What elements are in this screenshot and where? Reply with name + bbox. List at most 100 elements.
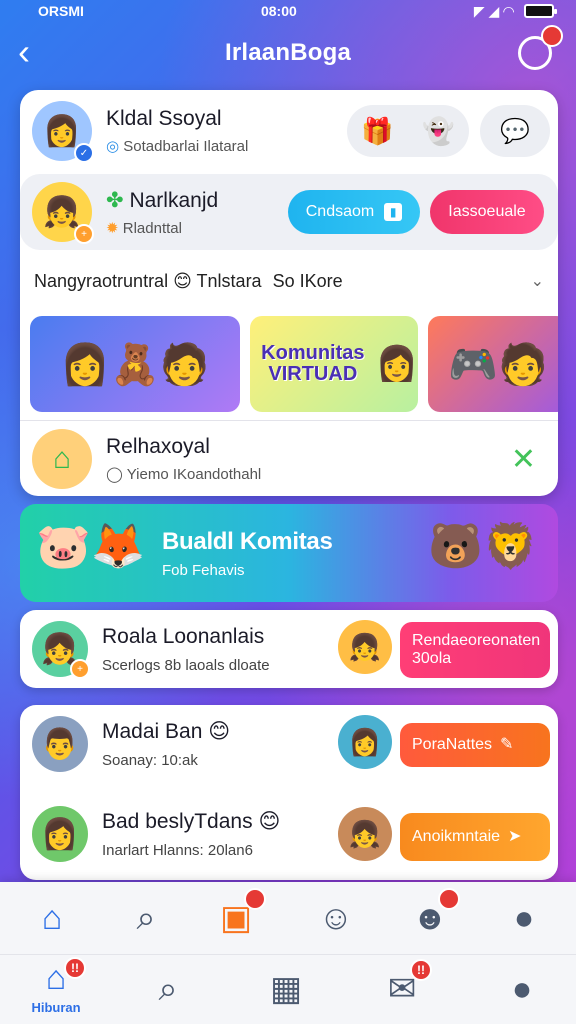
cat-icon[interactable]: ☺	[306, 890, 366, 946]
banner-title: Bualdl Komitas	[162, 528, 333, 555]
clock-icon: ◯	[106, 466, 123, 483]
avatar[interactable]: 👧 +	[32, 182, 94, 244]
secondary-button-label: Iassoeuale	[448, 203, 526, 220]
action-button-label: Anoikmntaie	[412, 827, 501, 845]
house-icon: ⌂	[52, 442, 72, 475]
notification-badge: !!	[410, 959, 432, 981]
group-avatar[interactable]: ⌂	[32, 429, 92, 489]
bottom-dock: ⌂ ⌕ ▣ ☺ ☻ ● ⌂ Hiburan !! ⌕ ▦ ✉ !! ●	[0, 882, 576, 1024]
connect-button-label: Cndsaom	[305, 203, 375, 220]
bottom-nav: ⌂ Hiburan !! ⌕ ▦ ✉ !! ●	[0, 954, 576, 1024]
list-item[interactable]: 👧 + Roala Loonanlais Scerlogs 8b laoals …	[20, 604, 558, 694]
divider	[20, 420, 558, 421]
notification-badge: !!	[64, 957, 86, 979]
list-item-name: Madai Ban	[102, 720, 203, 743]
connect-button[interactable]: Cndsaom ▮	[288, 190, 420, 234]
profile-icon: ●	[511, 969, 533, 1008]
home-icon[interactable]: ⌂	[22, 890, 82, 946]
profile-icon[interactable]: ●	[494, 890, 554, 946]
section-title-line: Nangyraotruntral 😊 Tnlstara So IKore	[34, 271, 343, 292]
home-icon: ⌂	[45, 959, 67, 997]
news-icon: ▦	[269, 970, 303, 1008]
game-illustration-icon: 🎮🧑	[448, 342, 548, 387]
thumbnail-title: Komunitas VIRTUAD	[261, 342, 365, 385]
search-icon[interactable]: ⌕	[116, 890, 176, 946]
gift-icon[interactable]: 🎁	[361, 116, 393, 147]
group-row[interactable]: ⌂ Relhaxoyal ◯ Yiemo IKoandothahl ✕	[20, 422, 558, 496]
quick-actions-bar: ⌂ ⌕ ▣ ☺ ☻ ●	[0, 882, 576, 952]
nav-search[interactable]: ⌕	[138, 961, 198, 1017]
characters-icon: 🐷🦊	[36, 522, 146, 571]
avatar[interactable]: 👩	[32, 806, 88, 862]
list-item[interactable]: 👩 Bad beslyTdans 😊 Inarlart Hlanns: 20la…	[20, 789, 558, 879]
avatar[interactable]: 👩	[338, 715, 392, 769]
avatar[interactable]: 👩 ✓	[32, 101, 94, 163]
list-item-name-line: Madai Ban 😊	[102, 719, 230, 744]
top-bar: ‹ IrlaanBoga	[0, 22, 576, 84]
section-title: Nangyraotruntral	[34, 270, 169, 291]
page-title: IrlaanBoga	[224, 39, 352, 66]
status-time: 08:00	[260, 3, 297, 19]
thumbnail-card[interactable]: Komunitas VIRTUAD 👩	[250, 316, 418, 412]
nav-profile[interactable]: ●	[492, 961, 552, 1017]
search-glyph: ⌕	[136, 898, 156, 937]
girl-illustration-icon: 👩	[375, 345, 418, 383]
main-card: 👩 ✓ Kldal Ssoyal ◎ Sotadbarlai Ilataral …	[20, 90, 558, 496]
list-item-subtitle: Soanay: 10:ak	[102, 752, 198, 769]
emoji-icon: 😊	[258, 810, 281, 833]
profile-name: Kldal Ssoyal	[106, 107, 222, 130]
boy-face-icon: 👨	[41, 727, 79, 761]
list-item-name-line: Bad beslyTdans 😊	[102, 809, 280, 834]
section-header[interactable]: Nangyraotruntral 😊 Tnlstara So IKore ⌄	[34, 266, 544, 296]
avatar[interactable]: 👧	[338, 620, 392, 674]
chevron-down-icon[interactable]: ⌄	[531, 271, 544, 291]
profile-icon-group: 🎁 👻	[347, 105, 469, 157]
action-button[interactable]: PoraNattes ✎	[400, 723, 550, 767]
back-button[interactable]: ‹	[18, 34, 30, 70]
profile-row[interactable]: 👩 ✓ Kldal Ssoyal ◎ Sotadbarlai Ilataral …	[20, 90, 558, 172]
thumbnail-card[interactable]: 👩🧸🧑	[30, 316, 240, 412]
friend-row[interactable]: 👧 + ✤ Narlkanjd ✹ Rladnttal Cndsaom ▮ Ia…	[20, 174, 558, 250]
list-item-name: Roala Loonanlais	[102, 624, 265, 648]
notification-button[interactable]	[518, 25, 563, 70]
ghost-icon[interactable]: ☻	[400, 888, 460, 946]
friend-subtitle-line: ✹ Rladnttal	[106, 219, 218, 237]
sun-icon: ✹	[106, 219, 119, 237]
list-card: 👨 Madai Ban 😊 Soanay: 10:ak 👩 PoraNattes…	[20, 705, 558, 880]
banner-subtitle: Fob Fehavis	[162, 562, 245, 579]
nav-news[interactable]: ▦	[256, 961, 316, 1017]
friend-subtitle: Rladnttal	[122, 219, 182, 237]
gift-icon[interactable]: ▣	[206, 888, 266, 946]
signal-icon: ◤ ◢ ◠	[473, 2, 514, 19]
avatar[interactable]: 👧 +	[32, 621, 90, 679]
close-icon[interactable]: ✕	[511, 442, 536, 477]
promo-banner[interactable]: 🐷🦊 Bualdl Komitas Fob Fehavis 🐻🦁	[20, 504, 558, 602]
profile-subtitle: ◎ Sotadbarlai Ilataral	[106, 137, 248, 155]
list-card: 👧 + Roala Loonanlais Scerlogs 8b laoals …	[20, 610, 558, 688]
emoji-icon: 😊	[173, 270, 192, 291]
action-button-label: PoraNattes	[412, 735, 493, 753]
action-button[interactable]: Anoikmntaie ➤	[400, 813, 550, 861]
cat-glyph: ☺	[318, 898, 354, 937]
group-subtitle: Yiemo IKoandothahl	[126, 466, 262, 483]
chat-bubble-button[interactable]: 💬	[480, 105, 550, 157]
chat-bubble-icon: 💬	[500, 117, 530, 145]
nav-home[interactable]: ⌂ Hiburan !!	[26, 957, 86, 1015]
friend-name: Narlkanjd	[129, 188, 219, 212]
edit-icon: ✎	[500, 735, 514, 753]
avatar[interactable]: 👨	[32, 716, 88, 772]
action-button[interactable]: Rendaeoreonaten 30ola	[400, 622, 550, 678]
list-item-subtitle: Scerlogs 8b laoals dloate	[102, 656, 270, 674]
thumbnail-card[interactable]: 🎮🧑	[428, 316, 558, 412]
avatar[interactable]: 👧	[338, 807, 392, 861]
girl-face-icon: 👧	[348, 631, 382, 662]
ghost-icon[interactable]: 👻	[422, 116, 454, 147]
list-item[interactable]: 👨 Madai Ban 😊 Soanay: 10:ak 👩 PoraNattes…	[20, 699, 558, 789]
send-icon: ➤	[508, 827, 522, 845]
list-item-subtitle: Inarlart Hlanns: 20lan6	[102, 842, 253, 859]
notification-badge	[438, 888, 460, 910]
secondary-button[interactable]: Iassoeuale	[430, 190, 544, 234]
badge-icon: +	[70, 659, 90, 679]
nav-chat[interactable]: ✉ !!	[372, 959, 432, 1017]
action-button-label: Rendaeoreonaten 30ola	[412, 631, 541, 667]
